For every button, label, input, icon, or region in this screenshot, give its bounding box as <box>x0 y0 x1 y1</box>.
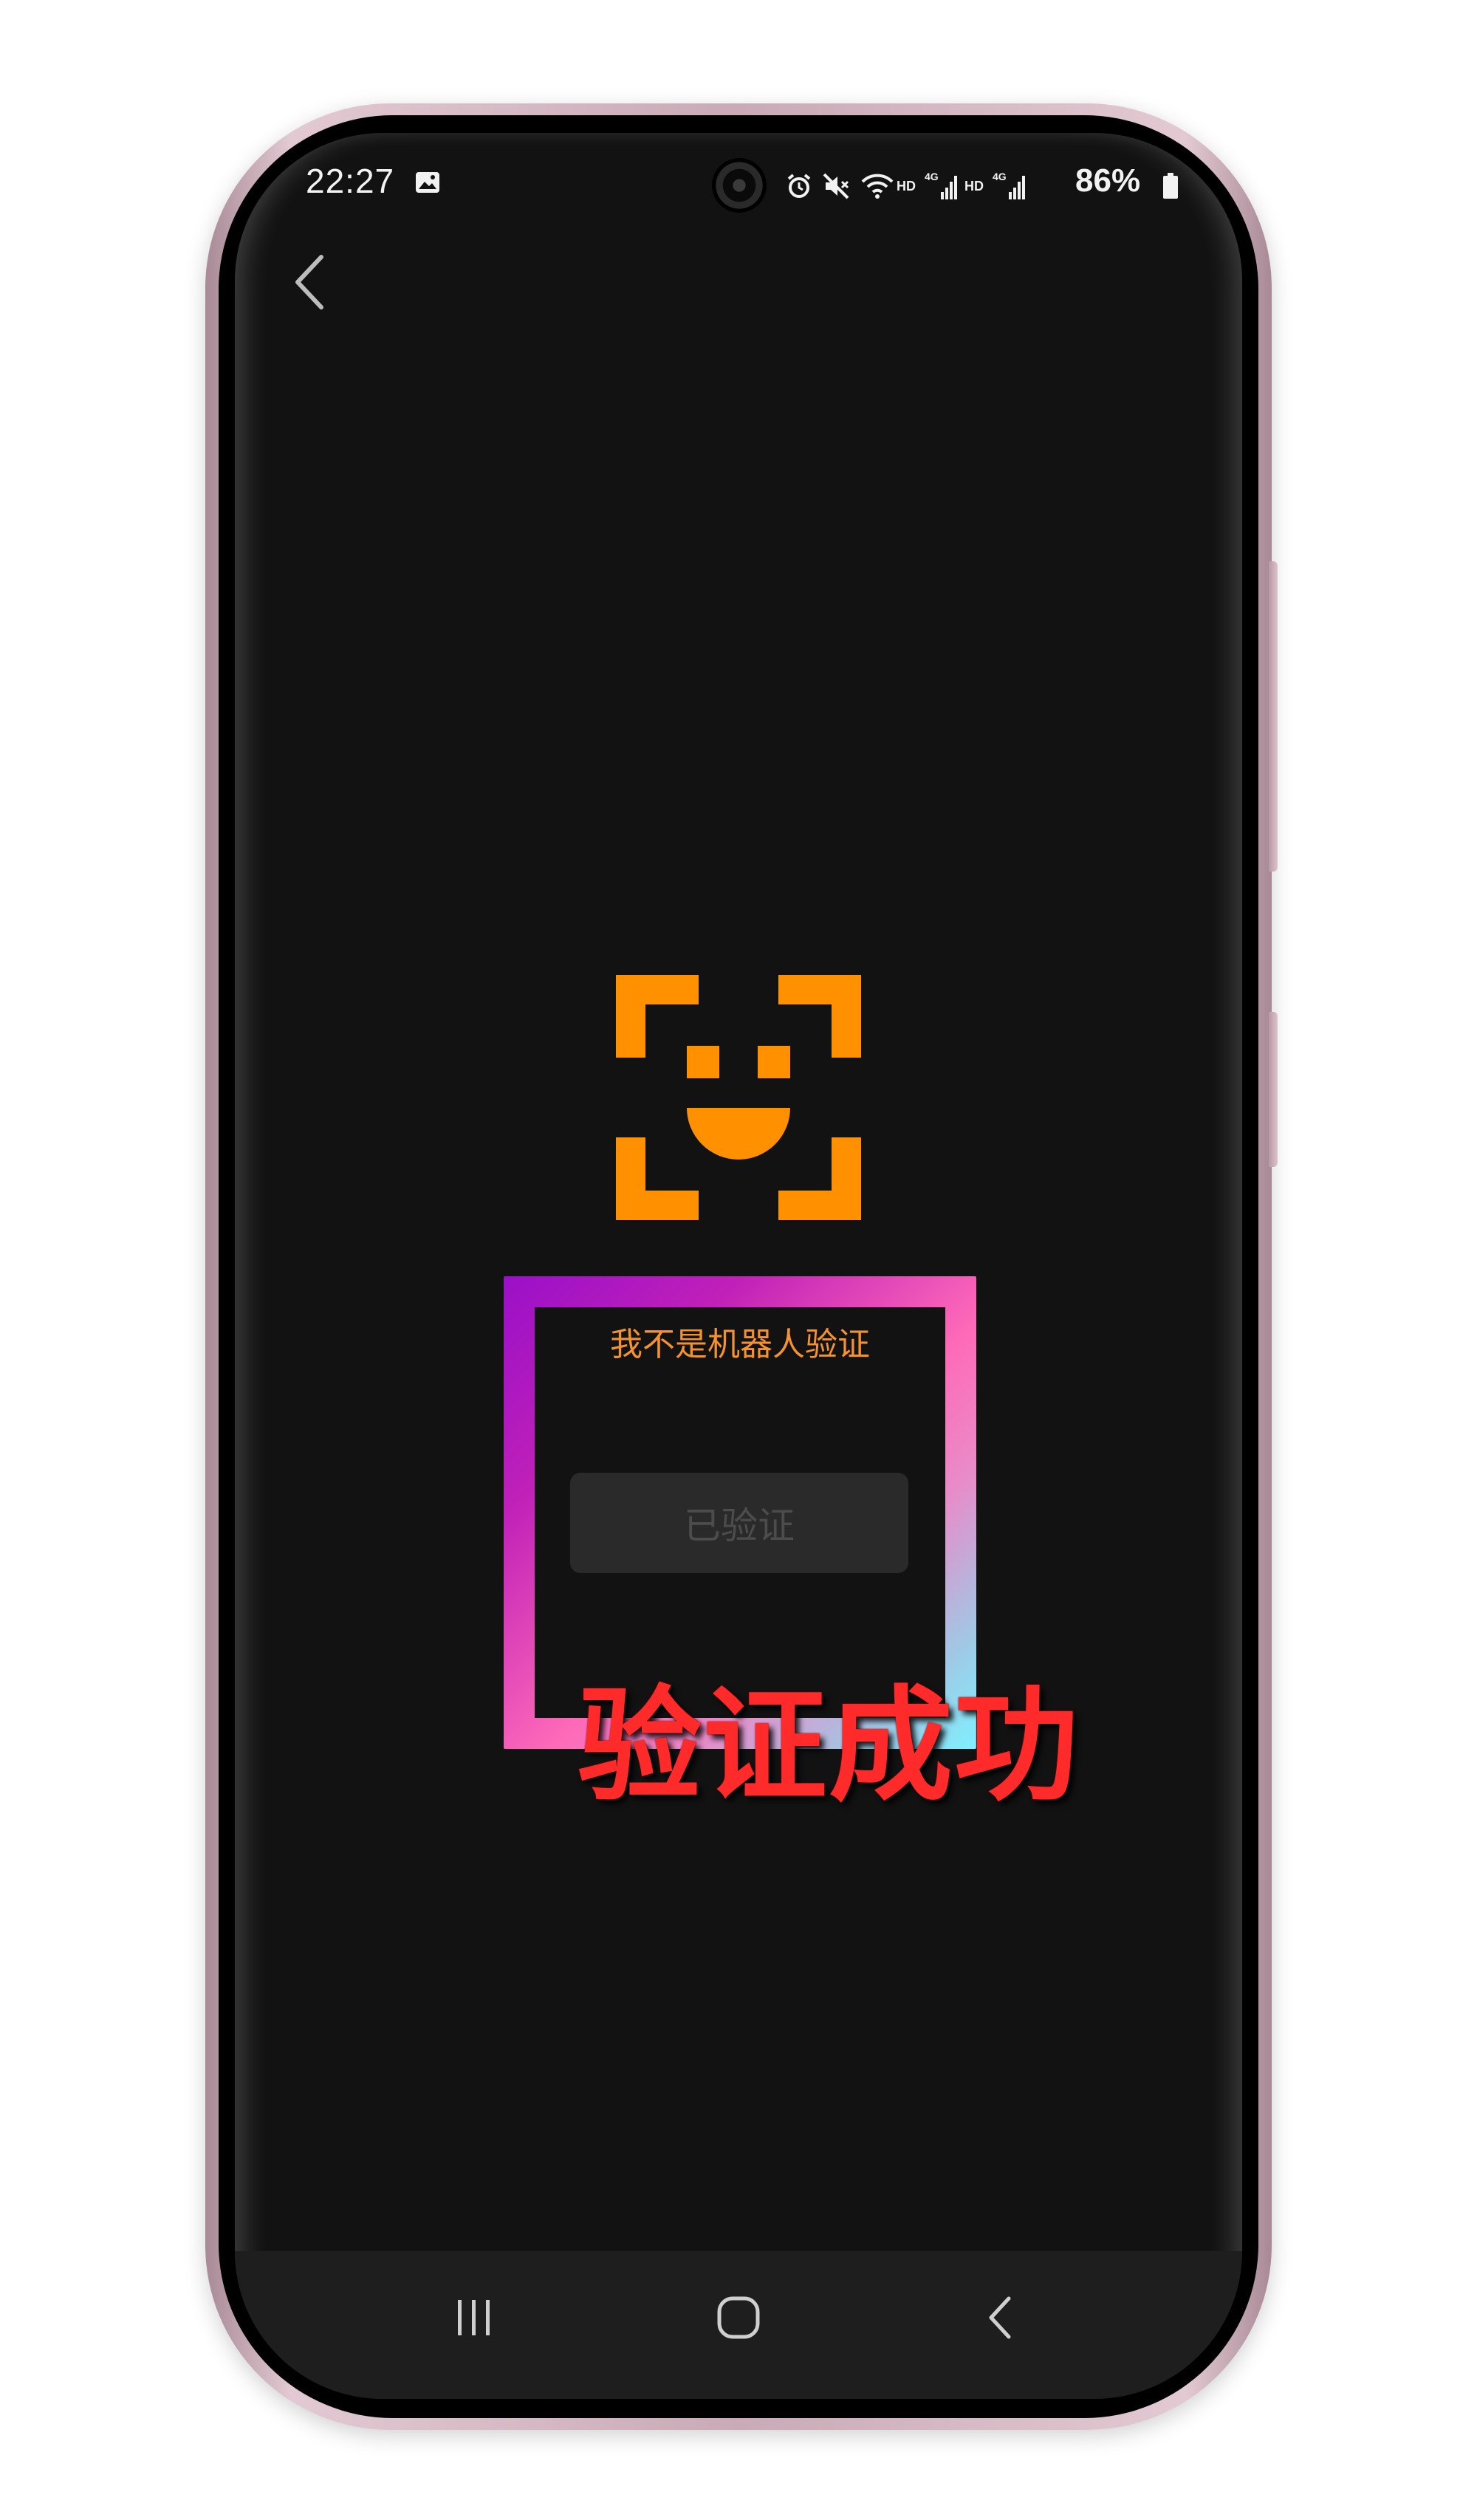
recents-button[interactable] <box>430 2273 518 2362</box>
success-overlay-text: 验证成功 <box>578 1674 1080 1818</box>
back-button[interactable] <box>276 245 343 319</box>
battery-icon <box>1163 173 1178 199</box>
power-key <box>1269 561 1278 872</box>
alarm-icon <box>787 174 811 198</box>
screenshot-stage: 22:27 HD 4G HD 4G 86% 我不是机器人验证 已验证 验证成功 <box>0 0 1477 2520</box>
home-button[interactable] <box>694 2273 783 2362</box>
battery-percent: 86% <box>1075 162 1141 199</box>
mute-icon <box>823 173 849 199</box>
phone-screen: 22:27 HD 4G HD 4G 86% 我不是机器人验证 已验证 验证成功 <box>235 133 1242 2399</box>
status-icons: HD 4G HD 4G <box>784 164 1028 208</box>
svg-text:4G: 4G <box>925 171 939 182</box>
signal-icon: 4G <box>925 171 957 199</box>
signal-icon-2: 4G <box>993 171 1025 199</box>
back-icon <box>989 2296 1011 2339</box>
status-bar: 22:27 HD 4G HD 4G 86% <box>235 133 1242 236</box>
volume-key <box>1269 1012 1278 1167</box>
hd-label: HD <box>897 178 916 194</box>
chevron-left-icon <box>295 255 323 309</box>
verify-title: 我不是机器人验证 <box>610 1326 870 1363</box>
nav-back-button[interactable] <box>956 2273 1044 2362</box>
face-scan-icon <box>616 975 861 1220</box>
wifi-icon <box>861 174 894 199</box>
recents-icon <box>458 2300 490 2335</box>
home-icon <box>717 2296 760 2339</box>
svg-text:4G: 4G <box>993 171 1007 182</box>
gallery-icon <box>416 172 439 193</box>
navigation-bar <box>235 2251 1242 2399</box>
status-time: 22:27 <box>306 162 395 200</box>
verified-button[interactable]: 已验证 <box>570 1473 908 1573</box>
hd-label-2: HD <box>964 178 984 194</box>
front-camera <box>712 158 767 213</box>
